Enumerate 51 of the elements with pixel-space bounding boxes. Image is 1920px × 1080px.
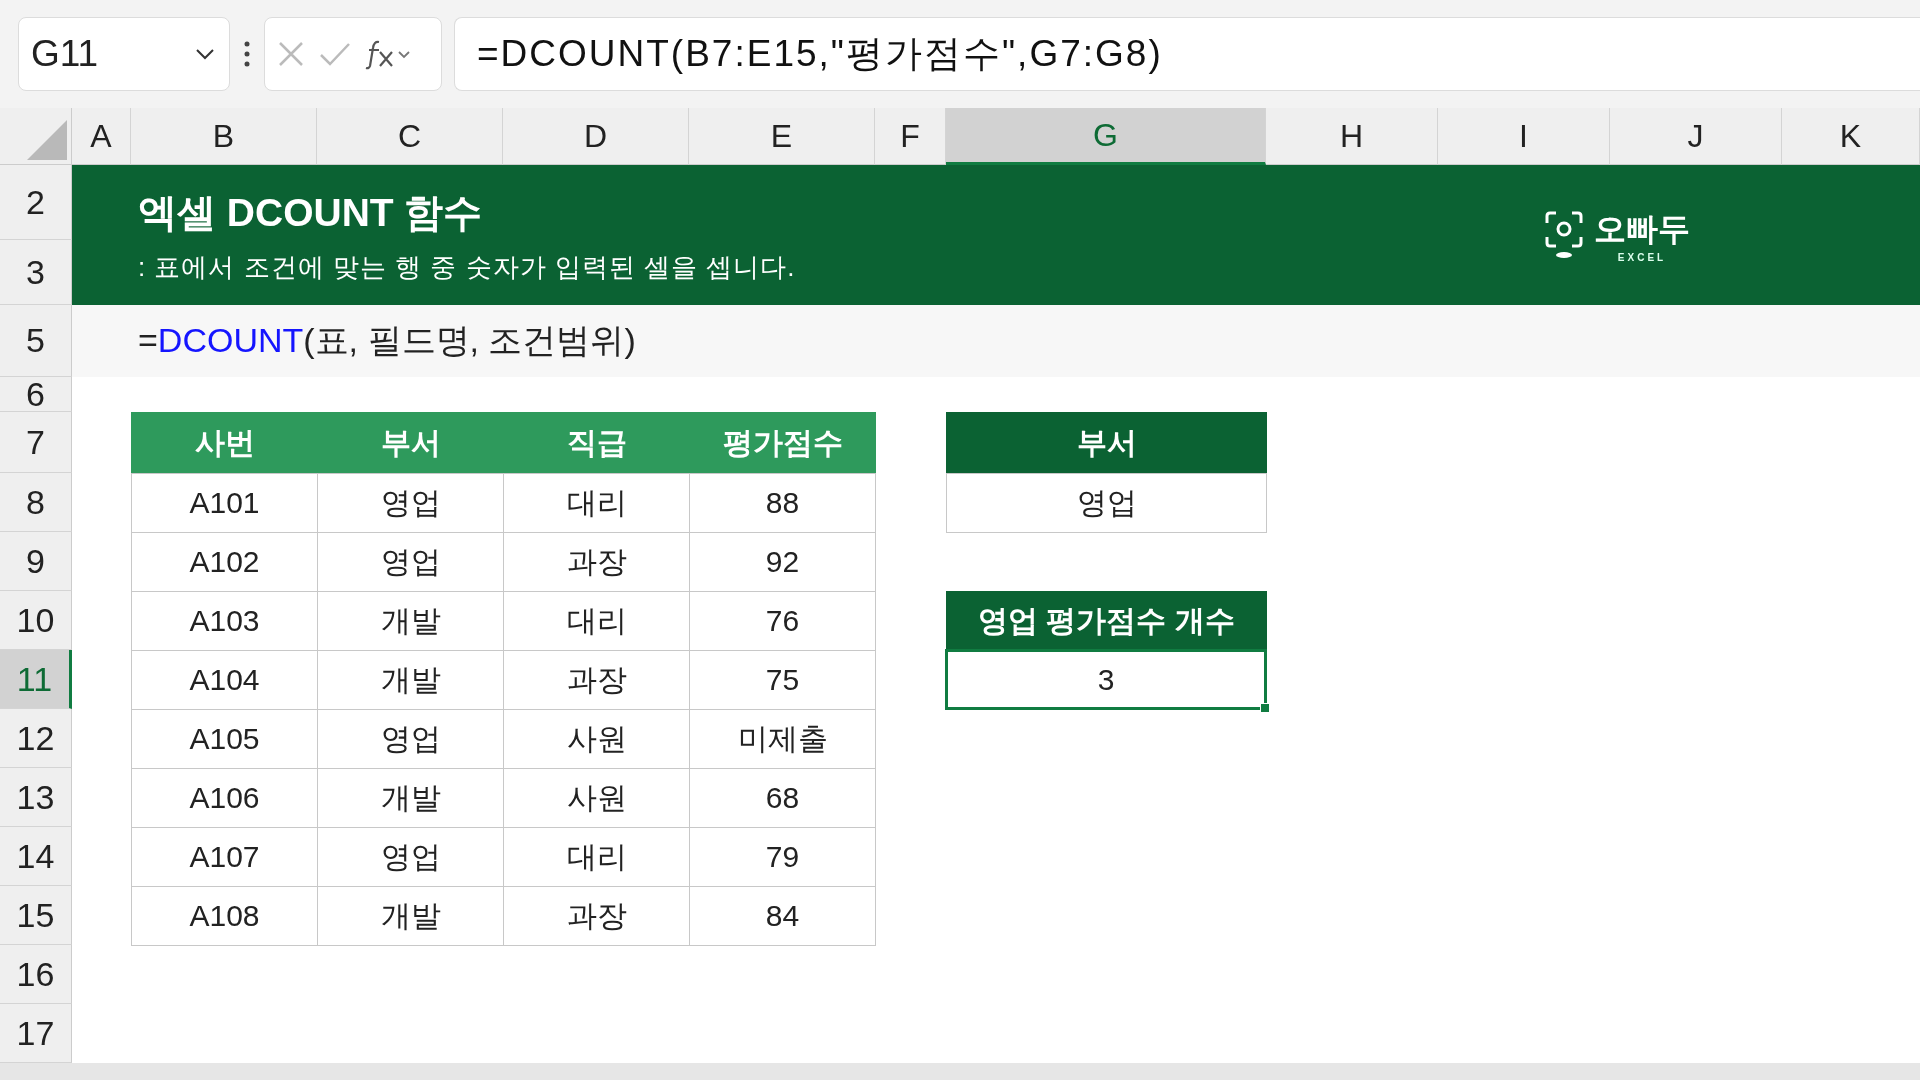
chevron-down-icon[interactable] [195, 48, 215, 60]
table-header-cell: 평가점수 [689, 412, 876, 474]
function-icon[interactable] [365, 38, 411, 70]
column-header[interactable]: K [1782, 108, 1920, 165]
fill-handle[interactable] [1260, 703, 1270, 713]
more-icon[interactable] [242, 39, 252, 69]
name-box[interactable]: G11 [18, 17, 230, 91]
column-header[interactable]: B [131, 108, 317, 165]
table-cell: 88 [689, 473, 876, 533]
table-cell: A108 [131, 886, 318, 946]
column-header[interactable]: G [946, 108, 1266, 165]
sheet-title: 엑셀 DCOUNT 함수 [138, 189, 484, 236]
row-header[interactable]: 15 [0, 886, 72, 945]
column-header[interactable]: J [1610, 108, 1782, 165]
result-cell[interactable]: 3 [945, 649, 1267, 710]
criteria-header-cell: 부서 [946, 412, 1267, 474]
table-header-cell: 사번 [131, 412, 318, 474]
formula-field[interactable]: =DCOUNT(B7:E15,"평가점수",G7:G8) [454, 17, 1920, 91]
row-header[interactable]: 7 [0, 412, 72, 473]
row-header[interactable]: 12 [0, 709, 72, 768]
table-header-cell: 직급 [503, 412, 690, 474]
column-header[interactable]: H [1266, 108, 1438, 165]
row-header[interactable]: 8 [0, 473, 72, 532]
result-header-cell: 영업 평가점수 개수 [946, 591, 1267, 651]
row-header[interactable]: 3 [0, 240, 72, 305]
table-cell: 84 [689, 886, 876, 946]
column-header[interactable]: D [503, 108, 689, 165]
column-header[interactable]: E [689, 108, 875, 165]
row-header[interactable]: 11 [0, 650, 72, 709]
camera-frame-icon [1544, 211, 1584, 259]
check-icon[interactable] [319, 41, 351, 67]
column-header[interactable]: F [875, 108, 946, 165]
row-header[interactable]: 2 [0, 165, 72, 240]
row-header[interactable]: 5 [0, 305, 72, 377]
column-header[interactable]: A [72, 108, 131, 165]
row-header[interactable]: 6 [0, 377, 72, 412]
logo-text: 오빠두 [1594, 209, 1690, 249]
column-header[interactable]: I [1438, 108, 1610, 165]
row-header[interactable]: 17 [0, 1004, 72, 1063]
row-header[interactable]: 16 [0, 945, 72, 1004]
table-cell: A101 [131, 473, 318, 533]
row-header[interactable]: 10 [0, 591, 72, 650]
sheet-subtitle: : 표에서 조건에 맞는 행 중 숫자가 입력된 셀을 셉니다. [138, 250, 796, 284]
row-header[interactable]: 13 [0, 768, 72, 827]
row-header[interactable]: 9 [0, 532, 72, 591]
logo-subtext: EXCEL [1617, 251, 1667, 263]
column-header[interactable]: C [317, 108, 503, 165]
table-header-cell: 부서 [317, 412, 504, 474]
criteria-cell: 영업 [946, 473, 1267, 533]
formula-syntax: =DCOUNT(표, 필드명, 조건범위) [138, 320, 636, 361]
row-header[interactable]: 14 [0, 827, 72, 886]
